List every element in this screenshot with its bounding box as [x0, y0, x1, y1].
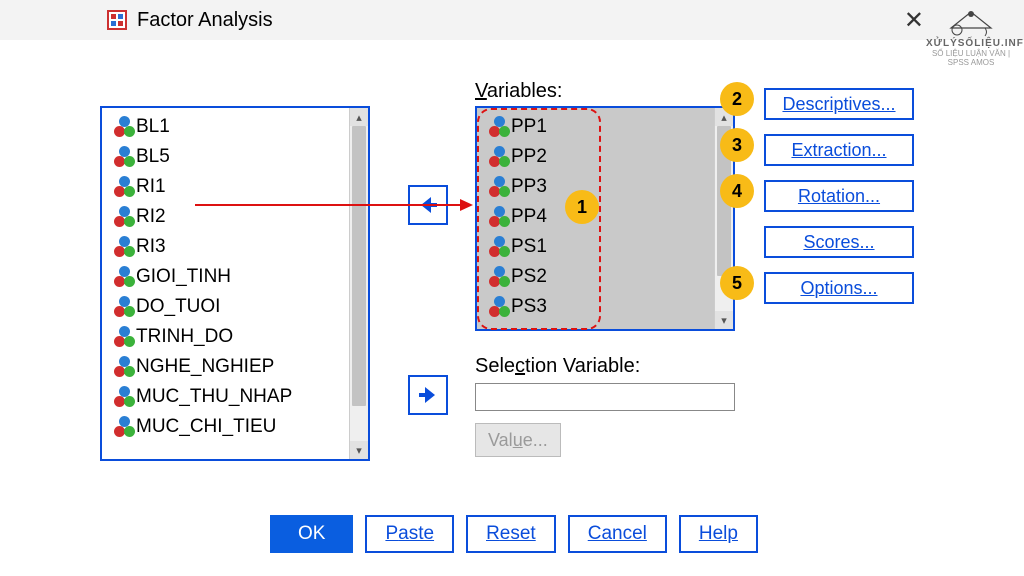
close-button[interactable]: ✕	[904, 6, 924, 35]
variable-icon	[485, 296, 507, 318]
list-item-label: PP4	[511, 206, 547, 228]
variable-icon	[485, 146, 507, 168]
variable-icon	[485, 236, 507, 258]
list-item[interactable]: PP3	[481, 172, 713, 202]
variable-icon	[110, 296, 132, 318]
variable-icon	[485, 176, 507, 198]
list-item[interactable]: BL1	[106, 112, 348, 142]
variables-label: Variables:	[475, 80, 562, 103]
list-item[interactable]: PP1	[481, 112, 713, 142]
list-item[interactable]: RI1	[106, 172, 348, 202]
annotation-badge: 4	[720, 174, 754, 208]
move-to-selection-button[interactable]	[408, 375, 448, 415]
ok-button[interactable]: OK	[270, 515, 353, 553]
scrollbar[interactable]: ▴ ▾	[349, 108, 368, 459]
selected-variable-list[interactable]: PP1PP2PP3PP4PS1PS2PS3 ▴ ▾	[475, 106, 735, 331]
list-item-label: TRINH_DO	[136, 326, 233, 348]
list-item-label: NGHE_NGHIEP	[136, 356, 274, 378]
window-title: Factor Analysis	[137, 9, 273, 32]
selection-variable-label: Selection Variable:	[475, 355, 640, 378]
move-to-variables-button[interactable]	[408, 185, 448, 225]
bottom-button-row: OK Paste Reset Cancel Help	[270, 515, 758, 553]
list-item[interactable]: BL5	[106, 142, 348, 172]
annotation-badge: 2	[720, 82, 754, 116]
list-item-label: GIOI_TINH	[136, 266, 231, 288]
variable-icon	[485, 206, 507, 228]
list-item-label: BL1	[136, 116, 170, 138]
list-item-label: PS1	[511, 236, 547, 258]
scroll-thumb[interactable]	[352, 126, 366, 406]
list-item[interactable]: NGHE_NGHIEP	[106, 352, 348, 382]
scroll-up-icon[interactable]: ▴	[350, 108, 368, 126]
variable-icon	[110, 356, 132, 378]
variable-icon	[110, 146, 132, 168]
list-item[interactable]: PS1	[481, 232, 713, 262]
annotation-badge: 3	[720, 128, 754, 162]
list-item[interactable]: DO_TUOI	[106, 292, 348, 322]
list-item[interactable]: MUC_CHI_TIEU	[106, 412, 348, 442]
side-button-extraction[interactable]: Extraction...	[764, 134, 914, 166]
source-variable-list[interactable]: BL1 BL5 RI1 RI2 RI3 GIOI_TINH DO_TUOI TRINH_DO N…	[100, 106, 370, 461]
titlebar: Factor Analysis ✕	[0, 0, 1024, 40]
scroll-down-icon[interactable]: ▾	[715, 311, 733, 329]
variable-icon	[485, 266, 507, 288]
list-item[interactable]: MUC_THU_NHAP	[106, 382, 348, 412]
app-icon	[105, 8, 129, 32]
list-item[interactable]: GIOI_TINH	[106, 262, 348, 292]
list-item-label: RI1	[136, 176, 166, 198]
list-item-label: MUC_THU_NHAP	[136, 386, 292, 408]
side-button-options[interactable]: Options...	[764, 272, 914, 304]
list-item-label: MUC_CHI_TIEU	[136, 416, 276, 438]
list-item[interactable]: PS3	[481, 292, 713, 322]
list-item-label: PS2	[511, 266, 547, 288]
variable-icon	[110, 236, 132, 258]
side-button-descriptives[interactable]: Descriptives...	[764, 88, 914, 120]
variable-icon	[110, 116, 132, 138]
paste-button[interactable]: Paste	[365, 515, 454, 553]
list-item-label: RI3	[136, 236, 166, 258]
cancel-button[interactable]: Cancel	[568, 515, 667, 553]
scroll-down-icon[interactable]: ▾	[350, 441, 368, 459]
value-button: Value...	[475, 423, 561, 457]
list-item-label: PP2	[511, 146, 547, 168]
variable-icon	[110, 326, 132, 348]
side-button-rotation[interactable]: Rotation...	[764, 180, 914, 212]
watermark: XỬLÝSỐLIỆU.INFO SỐ LIỆU LUẬN VĂN | SPSS …	[926, 4, 1016, 67]
list-item-label: RI2	[136, 206, 166, 228]
variable-icon	[110, 416, 132, 438]
annotation-badge: 5	[720, 266, 754, 300]
list-item[interactable]: RI2	[106, 202, 348, 232]
variable-icon	[110, 386, 132, 408]
list-item-label: PP3	[511, 176, 547, 198]
selection-variable-input[interactable]	[475, 383, 735, 411]
help-button[interactable]: Help	[679, 515, 758, 553]
variable-icon	[110, 206, 132, 228]
variable-icon	[110, 266, 132, 288]
variable-icon	[110, 176, 132, 198]
list-item[interactable]: RI3	[106, 232, 348, 262]
list-item-label: BL5	[136, 146, 170, 168]
annotation-badge: 1	[565, 190, 599, 224]
variable-icon	[485, 116, 507, 138]
list-item-label: DO_TUOI	[136, 296, 220, 318]
list-item[interactable]: PS2	[481, 262, 713, 292]
side-button-scores[interactable]: Scores...	[764, 226, 914, 258]
list-item[interactable]: TRINH_DO	[106, 322, 348, 352]
list-item[interactable]: PP2	[481, 142, 713, 172]
list-item-label: PP1	[511, 116, 547, 138]
list-item-label: PS3	[511, 296, 547, 318]
reset-button[interactable]: Reset	[466, 515, 556, 553]
